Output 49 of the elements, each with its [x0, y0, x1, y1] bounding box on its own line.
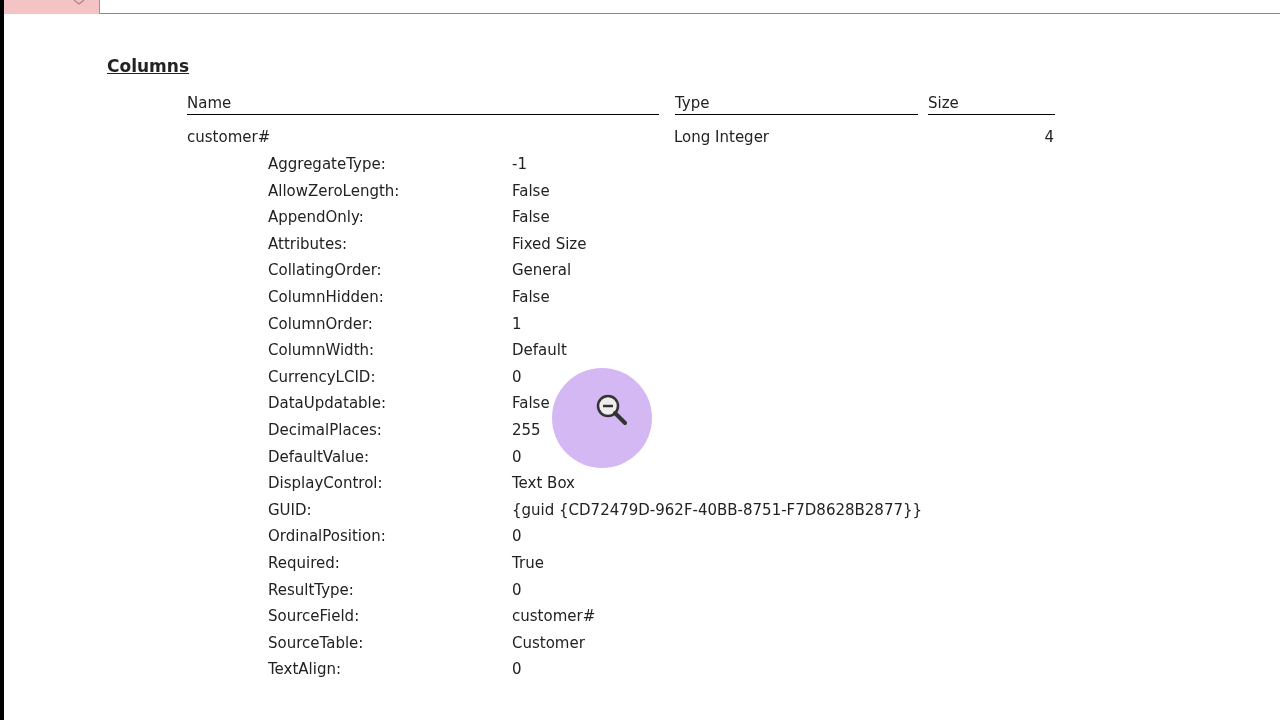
property-value: 0 — [512, 446, 522, 468]
property-name: AllowZeroLength: — [268, 180, 401, 202]
property-value: Customer — [512, 632, 585, 654]
property-name: CollatingOrder: — [268, 260, 383, 282]
property-value: Fixed Size — [512, 233, 587, 255]
property-name: GUID: — [268, 499, 313, 521]
property-name: DefaultValue: — [268, 446, 371, 468]
property-name: OrdinalPosition: — [268, 526, 387, 548]
property-value: -1 — [512, 154, 527, 176]
property-name: CurrencyLCID: — [268, 366, 377, 388]
property-name: DecimalPlaces: — [268, 420, 383, 441]
property-value: 0 — [512, 366, 522, 388]
property-value: False — [512, 207, 550, 229]
column-header: Name — [187, 92, 659, 115]
property-value: General — [512, 260, 572, 282]
property-value: 1 — [512, 313, 522, 335]
column-header: Type — [675, 92, 918, 115]
property-name: Required: — [268, 552, 341, 574]
property-name: ColumnWidth: — [268, 340, 376, 362]
property-name: ColumnOrder: — [268, 313, 374, 335]
property-value: Text Box — [512, 473, 575, 495]
property-value: customer# — [512, 606, 596, 628]
zoom-out-icon — [595, 393, 629, 427]
field-size: 4 — [1043, 127, 1054, 148]
property-value: 255 — [512, 420, 541, 441]
field-type: Long Integer — [674, 127, 771, 148]
property-name: AppendOnly: — [268, 207, 365, 229]
section-title: Columns — [107, 55, 190, 78]
property-value: False — [512, 393, 550, 415]
property-name: AggregateType: — [268, 154, 387, 176]
property-value: 0 — [512, 579, 522, 601]
field-name: customer# — [187, 127, 272, 148]
property-name: ResultType: — [268, 579, 355, 601]
property-name: SourceField: — [268, 606, 361, 628]
property-name: DisplayControl: — [268, 473, 384, 495]
property-value: 0 — [512, 526, 522, 548]
property-value: False — [512, 287, 550, 308]
property-name: ColumnHidden: — [268, 287, 385, 308]
property-name: Attributes: — [268, 233, 349, 255]
property-value: Default — [512, 340, 567, 362]
property-name: TextAlign: — [268, 659, 342, 681]
property-name: SourceTable: — [268, 632, 365, 654]
property-value: {guid {CD72479D-962F-40BB-8751-F7D8628B2877}} — [512, 499, 923, 521]
property-value: True — [512, 552, 544, 574]
document-tab[interactable] — [4, 0, 100, 14]
property-value: False — [512, 180, 550, 202]
property-name: DataUpdatable: — [268, 393, 388, 415]
property-value: 0 — [512, 659, 522, 681]
column-header: Size — [928, 92, 1055, 115]
